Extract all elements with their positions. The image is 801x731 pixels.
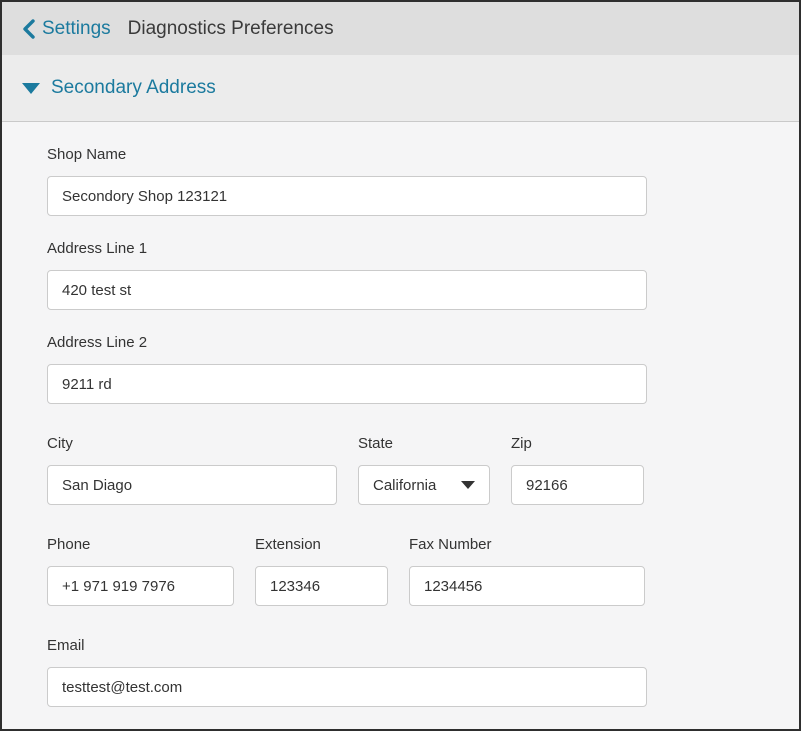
state-field-group: State California <box>358 435 490 505</box>
zip-input[interactable] <box>511 465 644 505</box>
caret-down-icon <box>461 481 475 489</box>
address-line-1-field-group: Address Line 1 <box>47 240 647 310</box>
shop-name-field-group: Shop Name <box>47 146 647 216</box>
extension-input[interactable] <box>255 566 388 606</box>
top-header-bar: Settings Diagnostics Preferences <box>2 2 799 55</box>
phone-label: Phone <box>47 536 234 553</box>
extension-field-group: Extension <box>255 536 388 606</box>
section-title: Secondary Address <box>51 77 216 99</box>
email-label: Email <box>47 637 647 654</box>
city-input[interactable] <box>47 465 337 505</box>
fax-number-field-group: Fax Number <box>409 536 645 606</box>
phone-field-group: Phone <box>47 536 234 606</box>
page-title: Diagnostics Preferences <box>128 18 334 40</box>
extension-label: Extension <box>255 536 388 553</box>
email-field-group: Email <box>47 637 647 707</box>
address-line-1-input[interactable] <box>47 270 647 310</box>
address-line-2-label: Address Line 2 <box>47 334 647 351</box>
address-line-1-label: Address Line 1 <box>47 240 647 257</box>
phone-input[interactable] <box>47 566 234 606</box>
phone-extension-fax-row: Phone Extension Fax Number <box>47 536 754 637</box>
city-label: City <box>47 435 337 452</box>
chevron-left-icon <box>22 19 35 39</box>
email-input[interactable] <box>47 667 647 707</box>
back-to-settings-link[interactable]: Settings <box>22 18 111 40</box>
city-field-group: City <box>47 435 337 505</box>
city-state-zip-row: City State California Zip <box>47 435 754 536</box>
state-label: State <box>358 435 490 452</box>
back-link-label: Settings <box>42 18 111 40</box>
fax-number-input[interactable] <box>409 566 645 606</box>
shop-name-input[interactable] <box>47 176 647 216</box>
app-window: Settings Diagnostics Preferences Seconda… <box>0 0 801 731</box>
address-line-2-field-group: Address Line 2 <box>47 334 647 404</box>
address-line-2-input[interactable] <box>47 364 647 404</box>
fax-number-label: Fax Number <box>409 536 645 553</box>
section-header-secondary-address[interactable]: Secondary Address <box>2 55 799 122</box>
state-selected-value: California <box>373 477 436 494</box>
shop-name-label: Shop Name <box>47 146 647 163</box>
secondary-address-form: Shop Name Address Line 1 Address Line 2 … <box>2 122 799 707</box>
zip-label: Zip <box>511 435 644 452</box>
zip-field-group: Zip <box>511 435 644 505</box>
state-select[interactable]: California <box>358 465 490 505</box>
caret-down-icon[interactable] <box>22 83 40 94</box>
